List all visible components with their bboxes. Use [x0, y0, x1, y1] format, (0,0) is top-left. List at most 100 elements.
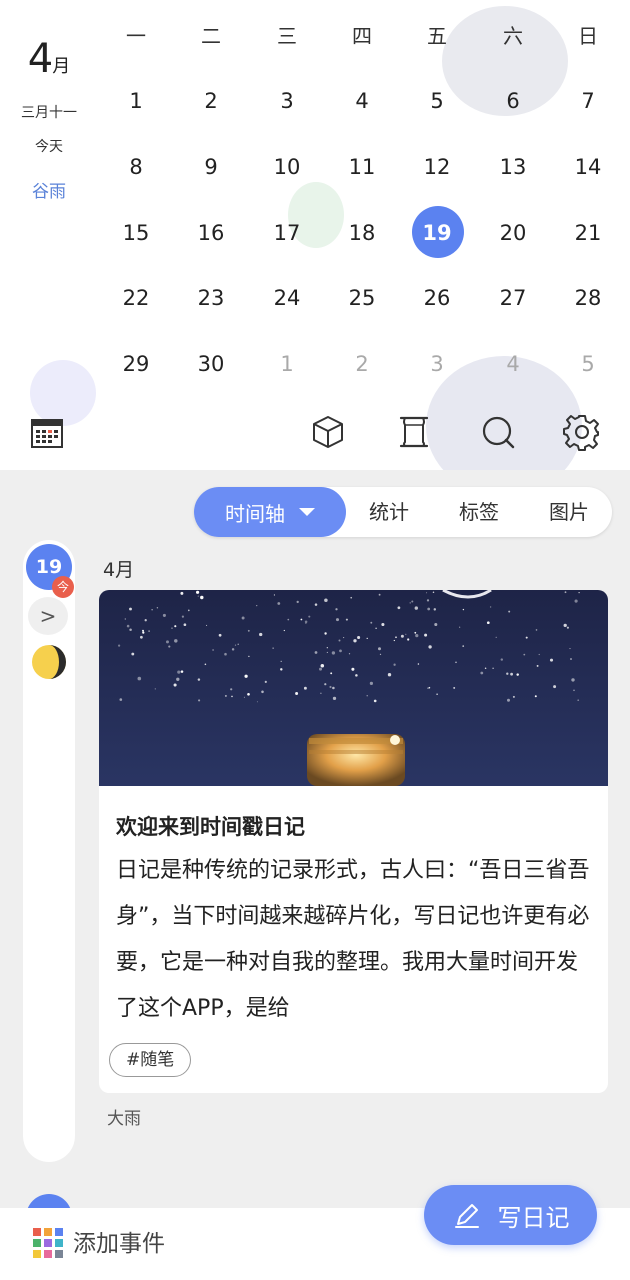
- diary-entry-card[interactable]: 欢迎来到时间戳日记 日记是种传统的记录形式，古人曰：“吾日三省吾身”，当下时间越…: [99, 590, 608, 1093]
- calendar-day[interactable]: 18: [332, 218, 392, 248]
- scroll-icon[interactable]: [394, 412, 434, 452]
- star: [348, 653, 351, 655]
- star: [256, 701, 258, 703]
- tab-statistics[interactable]: 统计: [354, 487, 424, 537]
- calendar-day[interactable]: 4: [332, 86, 392, 116]
- calendar-day[interactable]: 3: [257, 86, 317, 116]
- calendar-day[interactable]: 25: [332, 283, 392, 313]
- calendar-day[interactable]: 7: [558, 86, 618, 116]
- star: [400, 634, 404, 638]
- star: [234, 644, 237, 646]
- calendar-day[interactable]: 14: [558, 152, 618, 182]
- star: [432, 591, 435, 594]
- star: [304, 620, 308, 624]
- tab-timeline-label: 时间轴: [225, 501, 285, 526]
- apps-grid-icon[interactable]: [33, 1228, 63, 1258]
- calendar-day[interactable]: 23: [181, 283, 241, 313]
- expand-button[interactable]: >: [28, 597, 68, 635]
- calendar-day[interactable]: 16: [181, 218, 241, 248]
- star: [197, 678, 201, 681]
- solar-term: 谷雨: [32, 182, 66, 202]
- tab-timeline[interactable]: 时间轴: [194, 487, 346, 537]
- calendar-day[interactable]: 15: [106, 218, 166, 248]
- star: [427, 607, 431, 611]
- calendar-day[interactable]: 8: [106, 152, 166, 182]
- calendar-day[interactable]: 13: [483, 152, 543, 182]
- tab-images[interactable]: 图片: [534, 487, 604, 537]
- weekday-label: 三: [277, 24, 297, 48]
- star: [345, 618, 348, 621]
- star: [218, 633, 222, 637]
- gear-icon[interactable]: [562, 412, 602, 452]
- calendar-day[interactable]: 3: [407, 349, 467, 379]
- month-label[interactable]: 4月: [0, 36, 98, 82]
- month-number: 4: [27, 36, 53, 82]
- calendar-day[interactable]: 22: [106, 283, 166, 313]
- calendar-day[interactable]: 29: [106, 349, 166, 379]
- star: [332, 686, 335, 690]
- star: [283, 629, 285, 632]
- calendar-day[interactable]: 30: [181, 349, 241, 379]
- today-label[interactable]: 今天: [0, 136, 98, 156]
- calendar-day[interactable]: 9: [181, 152, 241, 182]
- star: [204, 663, 207, 666]
- star: [577, 699, 580, 702]
- star: [231, 695, 233, 698]
- calendar-day[interactable]: 4: [483, 349, 543, 379]
- weekday-label: 四: [352, 24, 372, 48]
- calendar-day[interactable]: 2: [332, 349, 392, 379]
- calendar-day[interactable]: 24: [257, 283, 317, 313]
- calendar-day[interactable]: 20: [483, 218, 543, 248]
- calendar-day[interactable]: 12: [407, 152, 467, 182]
- star: [324, 683, 327, 686]
- star: [393, 663, 396, 666]
- calendar-day[interactable]: 27: [483, 283, 543, 313]
- calendar-day[interactable]: 21: [558, 218, 618, 248]
- star: [535, 629, 538, 631]
- star: [462, 608, 465, 611]
- star: [409, 602, 411, 604]
- write-diary-button[interactable]: 写日记: [424, 1185, 597, 1245]
- tag-chip[interactable]: #随笔: [109, 1043, 192, 1077]
- star: [414, 631, 417, 634]
- star: [319, 667, 322, 671]
- star: [339, 649, 342, 653]
- calendar-day[interactable]: 6: [483, 86, 543, 116]
- calendar-day[interactable]: 11: [332, 152, 392, 182]
- calendar-day[interactable]: 5: [558, 349, 618, 379]
- star: [231, 648, 235, 651]
- star: [324, 598, 328, 603]
- star: [492, 667, 494, 669]
- add-event-button[interactable]: 添加事件: [73, 1226, 165, 1262]
- entry-title: 欢迎来到时间戳日记: [116, 815, 305, 839]
- star: [330, 672, 333, 675]
- calendar-day[interactable]: 19: [407, 218, 467, 248]
- star: [338, 639, 341, 642]
- calendar-day[interactable]: 1: [106, 86, 166, 116]
- star: [326, 647, 328, 649]
- calendar-day[interactable]: 26: [407, 283, 467, 313]
- star: [142, 631, 145, 634]
- calendar-day[interactable]: 17: [257, 218, 317, 248]
- star: [181, 615, 184, 618]
- search-icon[interactable]: [478, 412, 518, 452]
- calendar-day[interactable]: 1: [257, 349, 317, 379]
- star: [350, 596, 353, 599]
- calendar-grid-icon[interactable]: [30, 416, 64, 450]
- cube-icon[interactable]: [308, 412, 348, 452]
- star: [303, 686, 307, 690]
- star: [273, 594, 275, 596]
- star: [256, 604, 258, 607]
- calendar-day[interactable]: 10: [257, 152, 317, 182]
- tab-tags[interactable]: 标签: [444, 487, 514, 537]
- star: [507, 698, 510, 702]
- calendar-day[interactable]: 5: [407, 86, 467, 116]
- star: [393, 639, 395, 642]
- star: [516, 673, 519, 676]
- star: [308, 615, 311, 618]
- star: [320, 664, 325, 668]
- calendar-day[interactable]: 2: [181, 86, 241, 116]
- star: [373, 699, 377, 703]
- star: [154, 688, 156, 690]
- calendar-day[interactable]: 28: [558, 283, 618, 313]
